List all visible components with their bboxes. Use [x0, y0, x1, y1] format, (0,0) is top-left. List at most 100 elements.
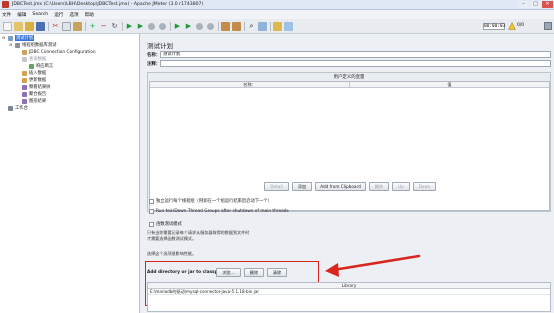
maximize-button[interactable]: □	[530, 1, 541, 8]
menu-search[interactable]: Search	[32, 12, 48, 17]
functional-mode-checkbox[interactable]	[149, 221, 154, 227]
open-icon[interactable]	[25, 22, 34, 31]
performance-note: 选择这个选项很影响性能。	[147, 251, 197, 256]
cut-icon[interactable]: ✂	[51, 22, 60, 31]
tree-item-update-data[interactable]: 更新数据	[22, 77, 46, 83]
classpath-delete-button[interactable]: 删除	[244, 268, 264, 277]
name-input[interactable]: 测试计划	[160, 51, 551, 58]
add-from-clipboard-button[interactable]: Add from Clipboard	[315, 182, 366, 191]
thread-counter: 0/0	[517, 23, 525, 28]
paste-icon[interactable]	[73, 22, 82, 31]
tree-item-insert-data[interactable]: 插入数据	[22, 70, 46, 76]
tree-item-graph-results[interactable]: 图形结果	[22, 98, 46, 104]
copy-icon[interactable]	[62, 22, 71, 31]
up-button[interactable]: Up	[392, 182, 410, 191]
menu-edit[interactable]: 编辑	[17, 12, 26, 18]
expand-icon[interactable]: +	[88, 22, 97, 31]
user-variables-title: 用户定义的变量	[333, 75, 365, 80]
tree-item-view-results-tree[interactable]: 察看结果树	[22, 84, 50, 90]
classpath-library-table[interactable]: Library E:\mariadb的驱动\mysql-connector-ja…	[147, 282, 551, 312]
detail-button[interactable]: Detail	[264, 182, 289, 191]
toolbar-separator	[48, 22, 49, 31]
classpath-label: Add directory or jar to classpath	[147, 270, 226, 275]
tree-toggle[interactable]: ⊖	[2, 35, 5, 40]
serialize-threadgroups-label: 独立运行每个线程组（例如在一个组运行结束后启动下一个）	[156, 199, 273, 204]
clear-all-icon[interactable]	[232, 22, 241, 31]
title-bar: JDBCTest.jmx (C:\Users\LBH\Desktop\JDBCT…	[0, 0, 554, 10]
toolbar-separator	[85, 22, 86, 31]
functional-mode-row[interactable]: 函数测试模式	[149, 221, 182, 227]
menu-run[interactable]: 运行	[54, 12, 63, 18]
toolbar-separator	[218, 22, 219, 31]
listener-icon	[22, 91, 27, 97]
tree-item-test-plan[interactable]: 测试计划	[8, 35, 35, 41]
down-button[interactable]: Down	[413, 182, 436, 191]
stop-icon[interactable]	[147, 22, 156, 31]
function-helper-icon[interactable]	[273, 22, 282, 31]
remote-start-all-icon[interactable]: ▶	[184, 22, 193, 31]
toolbar-separator	[270, 22, 271, 31]
reset-search-icon[interactable]	[258, 22, 267, 31]
help-icon[interactable]	[284, 22, 293, 31]
toggle-icon[interactable]: ↻	[110, 22, 119, 31]
shutdown-icon[interactable]	[158, 22, 167, 31]
user-variables-table[interactable]: 名称： 值	[149, 81, 550, 211]
tree-item-response-assertion[interactable]: 响应断言	[29, 63, 53, 69]
tree-item-thread-group[interactable]: 线程组数据库测试	[15, 42, 56, 48]
warning-icon[interactable]	[508, 21, 516, 30]
remote-stop-icon[interactable]	[195, 22, 204, 31]
column-header-name[interactable]: 名称：	[150, 82, 350, 87]
clear-icon[interactable]	[221, 22, 230, 31]
collapse-icon[interactable]: −	[99, 22, 108, 31]
start-icon[interactable]: ▶	[125, 22, 134, 31]
remote-start-icon[interactable]: ▶	[173, 22, 182, 31]
panel-title: 测试计划	[147, 42, 173, 50]
add-button[interactable]: 添加	[292, 182, 312, 191]
comment-input[interactable]	[160, 60, 551, 67]
listener-icon	[22, 84, 27, 90]
thread-group-icon	[15, 42, 20, 48]
menu-file[interactable]: 文件	[2, 12, 11, 18]
save-icon[interactable]	[36, 22, 45, 31]
tree-item-query-data[interactable]: 查询数据	[22, 56, 46, 62]
sampler-icon	[22, 56, 27, 62]
menu-bar: 文件 编辑 Search 运行 选项 帮助	[0, 10, 554, 19]
window-controls: – □ ✕	[518, 1, 553, 8]
start-no-pause-icon[interactable]: ▶	[136, 22, 145, 31]
tree-item-jdbc-config[interactable]: JDBC Connection Configuration	[22, 49, 96, 55]
test-plan-panel: 测试计划 名称： 测试计划 注释： 用户定义的变量 名称： 值 Detail 添…	[141, 34, 554, 313]
functional-mode-note: 才需要选择函数测试模式。	[147, 236, 197, 241]
menu-options[interactable]: 选项	[69, 12, 78, 18]
delete-button[interactable]: 删除	[369, 182, 389, 191]
table-header: 名称： 值	[150, 82, 549, 88]
classpath-clear-button[interactable]: 清除	[267, 268, 287, 277]
config-element-icon	[22, 49, 27, 55]
teardown-row[interactable]: Run tearDown Thread Groups after shutdow…	[149, 209, 289, 214]
tree-item-aggregate-report[interactable]: 聚合报告	[22, 91, 46, 97]
remote-shutdown-icon[interactable]	[206, 22, 215, 31]
functional-mode-label: 函数测试模式	[156, 222, 182, 227]
toolbar-separator	[170, 22, 171, 31]
toolbar-separator	[244, 22, 245, 31]
table-row[interactable]: E:\mariadb的驱动\mysql-connector-java-5.1.1…	[148, 289, 550, 295]
teardown-checkbox[interactable]	[149, 209, 154, 214]
elapsed-timer: 00:00:03	[483, 23, 506, 30]
window-title: JDBCTest.jmx (C:\Users\LBH\Desktop\JDBCT…	[12, 2, 204, 7]
serialize-threadgroups-checkbox[interactable]	[149, 198, 154, 204]
menu-help[interactable]: 帮助	[85, 12, 94, 18]
new-icon[interactable]	[3, 22, 12, 31]
templates-icon[interactable]	[14, 22, 23, 31]
minimize-button[interactable]: –	[518, 1, 529, 8]
serialize-threadgroups-row[interactable]: 独立运行每个线程组（例如在一个组运行结束后启动下一个）	[149, 198, 272, 204]
search-icon[interactable]: ⌕	[247, 22, 256, 31]
browse-button[interactable]: 浏览...	[216, 268, 241, 277]
column-header-value[interactable]: 值	[350, 82, 549, 87]
comment-label: 注释：	[147, 62, 161, 67]
sampler-icon	[22, 77, 27, 83]
close-button[interactable]: ✕	[542, 1, 553, 8]
sampler-icon	[22, 70, 27, 76]
tree-item-workbench[interactable]: 工作台	[8, 105, 28, 111]
tree-toggle[interactable]: ⊖	[9, 42, 12, 47]
listener-icon	[22, 98, 27, 104]
test-plan-icon	[8, 35, 13, 41]
